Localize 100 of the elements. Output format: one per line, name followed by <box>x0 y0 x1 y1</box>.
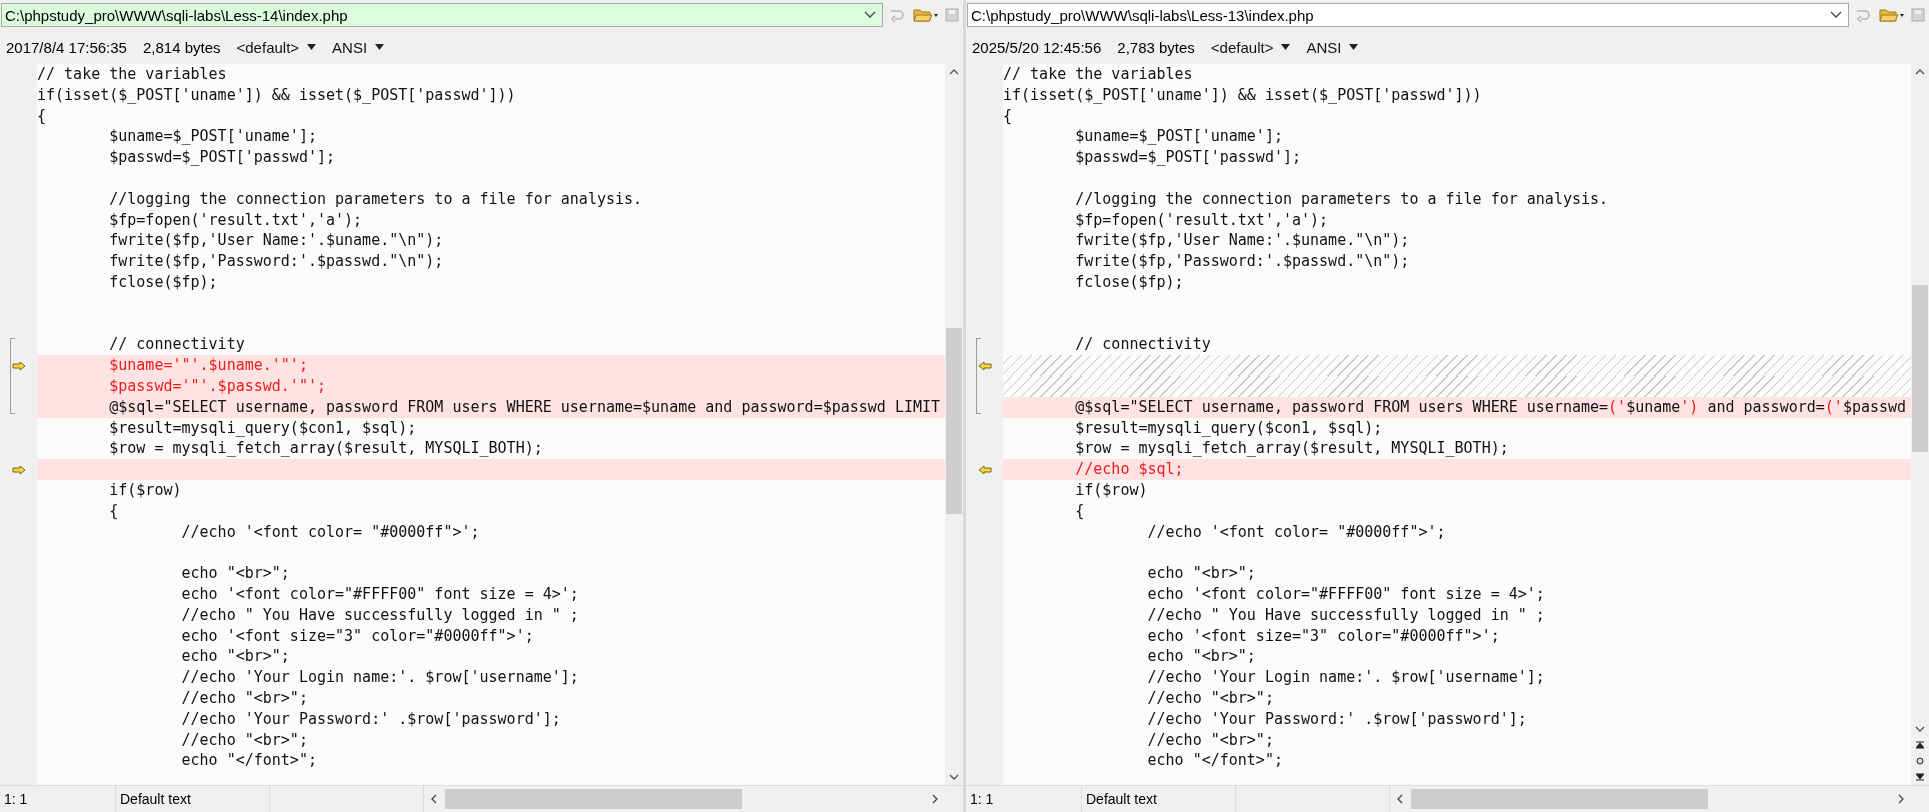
cursor-position: 1: 1 <box>0 786 116 812</box>
cursor-position: 1: 1 <box>966 786 1082 812</box>
code-line: echo "</font>"; <box>180 751 317 770</box>
chevron-right-icon[interactable] <box>1898 794 1905 804</box>
code-line: // connectivity <box>108 335 245 354</box>
jump-down-icon[interactable] <box>1916 773 1924 781</box>
code-line: fwrite($fp,'Password:'.$passwd."\n"); <box>108 252 444 271</box>
code-line: // take the variables <box>1003 65 1193 83</box>
format-dropdown[interactable]: <default> <box>1210 38 1291 56</box>
code-line: //echo "<br>"; <box>180 688 308 707</box>
code-line: echo '<font color="#FFFF00" font size = 4>'; <box>1146 584 1545 603</box>
code-line: //echo '<font color= "#0000ff">'; <box>180 522 480 541</box>
code-line: //echo "<br>"; <box>1146 730 1274 749</box>
code-line: //echo $sql; <box>1074 460 1184 479</box>
code-line: //echo 'Your Password:' .$row['password']; <box>180 709 561 728</box>
vertical-scrollbar[interactable] <box>1911 64 1929 785</box>
code-line: // connectivity <box>1074 335 1211 354</box>
code-line: //echo " You Have successfully logged in " ; <box>1146 605 1545 624</box>
chevron-up-icon[interactable] <box>1915 68 1925 75</box>
code-line: $uname='"'.$uname.'"'; <box>108 356 308 375</box>
code-line: echo "</font>"; <box>1146 751 1283 770</box>
code-line: //echo "<br>"; <box>180 730 308 749</box>
arrow-left-icon[interactable] <box>977 360 992 371</box>
chevron-down-icon <box>1830 11 1842 19</box>
scrollbar-thumb[interactable] <box>1411 789 1708 809</box>
code-line: if($row) <box>108 480 182 499</box>
chevron-up-icon[interactable] <box>949 68 959 75</box>
scrollbar-thumb[interactable] <box>946 327 962 515</box>
dropdown-triangle-icon[interactable] <box>1281 44 1291 50</box>
code-line: //echo 'Your Login name:'. $row['username']; <box>1146 668 1545 687</box>
file-timestamp: 2017/8/4 17:56:35 <box>6 38 127 56</box>
file-timestamp: 2025/5/20 12:45:56 <box>972 38 1102 56</box>
code-line: $passwd=$_POST['passwd']; <box>1074 148 1301 167</box>
arrow-left-icon[interactable] <box>977 464 992 475</box>
text-style-label: Default text <box>1082 786 1236 812</box>
code-line: $uname=$_POST['uname']; <box>1074 127 1283 146</box>
dropdown-triangle-icon[interactable] <box>375 44 385 50</box>
text-style-label: Default text <box>116 786 270 812</box>
format-dropdown[interactable]: <default> <box>236 38 317 56</box>
code-line: //echo 'Your Password:' .$row['password']; <box>1146 709 1527 728</box>
code-line: $fp=fopen('result.txt','a'); <box>108 210 363 229</box>
folder-icon[interactable] <box>1879 7 1905 23</box>
code-line: $row = mysqli_fetch_array($result, MYSQLI_BOTH); <box>1074 439 1509 458</box>
code-line: fwrite($fp,'Password:'.$passwd."\n"); <box>1074 252 1410 271</box>
arrow-right-icon[interactable] <box>11 360 26 371</box>
code-line: //echo 'Your Login name:'. $row['username']; <box>180 668 579 687</box>
code-line: $result=mysqli_query($con1, $sql); <box>1074 418 1383 437</box>
code-line: echo '<font color="#FFFF00" font size = 4>'; <box>180 584 579 603</box>
code-line: @$sql="SELECT username, password FROM users WHERE username=('$uname') and password=('$passwd <box>1074 397 1907 416</box>
code-line: fclose($fp); <box>1074 272 1184 291</box>
file-size: 2,783 bytes <box>1117 38 1195 56</box>
code-line: if($row) <box>1074 480 1148 499</box>
code-line: $passwd='"'.$passwd.'"'; <box>108 376 326 395</box>
code-line: if(isset($_POST['uname']) && isset($_POST['passwd'])) <box>37 85 516 104</box>
code-line: { <box>108 501 119 520</box>
chevron-left-icon[interactable] <box>430 794 437 804</box>
circle-icon[interactable] <box>1916 757 1924 765</box>
code-line: //echo " You Have successfully logged in " ; <box>180 605 579 624</box>
code-line: fclose($fp); <box>108 272 218 291</box>
chevron-down-icon <box>864 11 876 19</box>
path-field[interactable]: C:\phpstudy_pro\WWW\sqli-labs\Less-13\index.php <box>967 3 1849 27</box>
code-line: if(isset($_POST['uname']) && isset($_POST['passwd'])) <box>1003 85 1482 104</box>
chevron-down-icon[interactable] <box>1915 726 1925 733</box>
code-line: $row = mysqli_fetch_array($result, MYSQLI_BOTH); <box>108 439 543 458</box>
scrollbar-thumb[interactable] <box>1912 284 1928 452</box>
scrollbar-thumb[interactable] <box>445 789 742 809</box>
code-line: $passwd=$_POST['passwd']; <box>108 148 335 167</box>
code-line: $fp=fopen('result.txt','a'); <box>1074 210 1329 229</box>
encoding-dropdown[interactable]: ANSI <box>332 38 385 56</box>
jump-up-icon[interactable] <box>1916 741 1924 749</box>
code-line: //logging the connection parameters to a file for analysis. <box>108 189 643 208</box>
folder-icon[interactable] <box>913 7 939 23</box>
code-line: echo '<font size="3" color="#0000ff">'; <box>180 626 534 645</box>
code-line: fwrite($fp,'User Name:'.$uname."\n"); <box>1074 231 1410 250</box>
code-line: @$sql="SELECT username, password FROM users WHERE username=$uname and password=$passwd LIMIT <box>108 397 941 416</box>
code-line: $uname=$_POST['uname']; <box>108 127 317 146</box>
code-line: echo "<br>"; <box>1146 564 1256 583</box>
path-field[interactable]: C:\phpstudy_pro\WWW\sqli-labs\Less-14\index.php <box>1 3 883 27</box>
code-line: echo "<br>"; <box>180 647 290 666</box>
code-line: echo '<font size="3" color="#0000ff">'; <box>1146 626 1500 645</box>
code-line: { <box>1074 501 1085 520</box>
chevron-down-icon[interactable] <box>949 774 959 781</box>
chevron-left-icon[interactable] <box>1396 794 1403 804</box>
code-line: //echo "<br>"; <box>1146 688 1274 707</box>
code-line: //echo '<font color= "#0000ff">'; <box>1146 522 1446 541</box>
vertical-scrollbar[interactable] <box>945 64 963 785</box>
code-line: // take the variables <box>37 65 227 83</box>
dropdown-triangle-icon[interactable] <box>307 44 317 50</box>
encoding-dropdown[interactable]: ANSI <box>1306 38 1359 56</box>
dropdown-triangle-icon[interactable] <box>1349 44 1359 50</box>
code-line: echo "<br>"; <box>180 564 290 583</box>
arrow-right-icon[interactable] <box>11 464 26 475</box>
file-size: 2,814 bytes <box>142 38 221 56</box>
code-line: { <box>1003 106 1013 125</box>
code-line: //logging the connection parameters to a file for analysis. <box>1074 189 1609 208</box>
chevron-right-icon[interactable] <box>932 794 939 804</box>
code-line: { <box>37 106 47 125</box>
code-line: $result=mysqli_query($con1, $sql); <box>108 418 417 437</box>
code-line: echo "<br>"; <box>1146 647 1256 666</box>
code-line: fwrite($fp,'User Name:'.$uname."\n"); <box>108 231 444 250</box>
